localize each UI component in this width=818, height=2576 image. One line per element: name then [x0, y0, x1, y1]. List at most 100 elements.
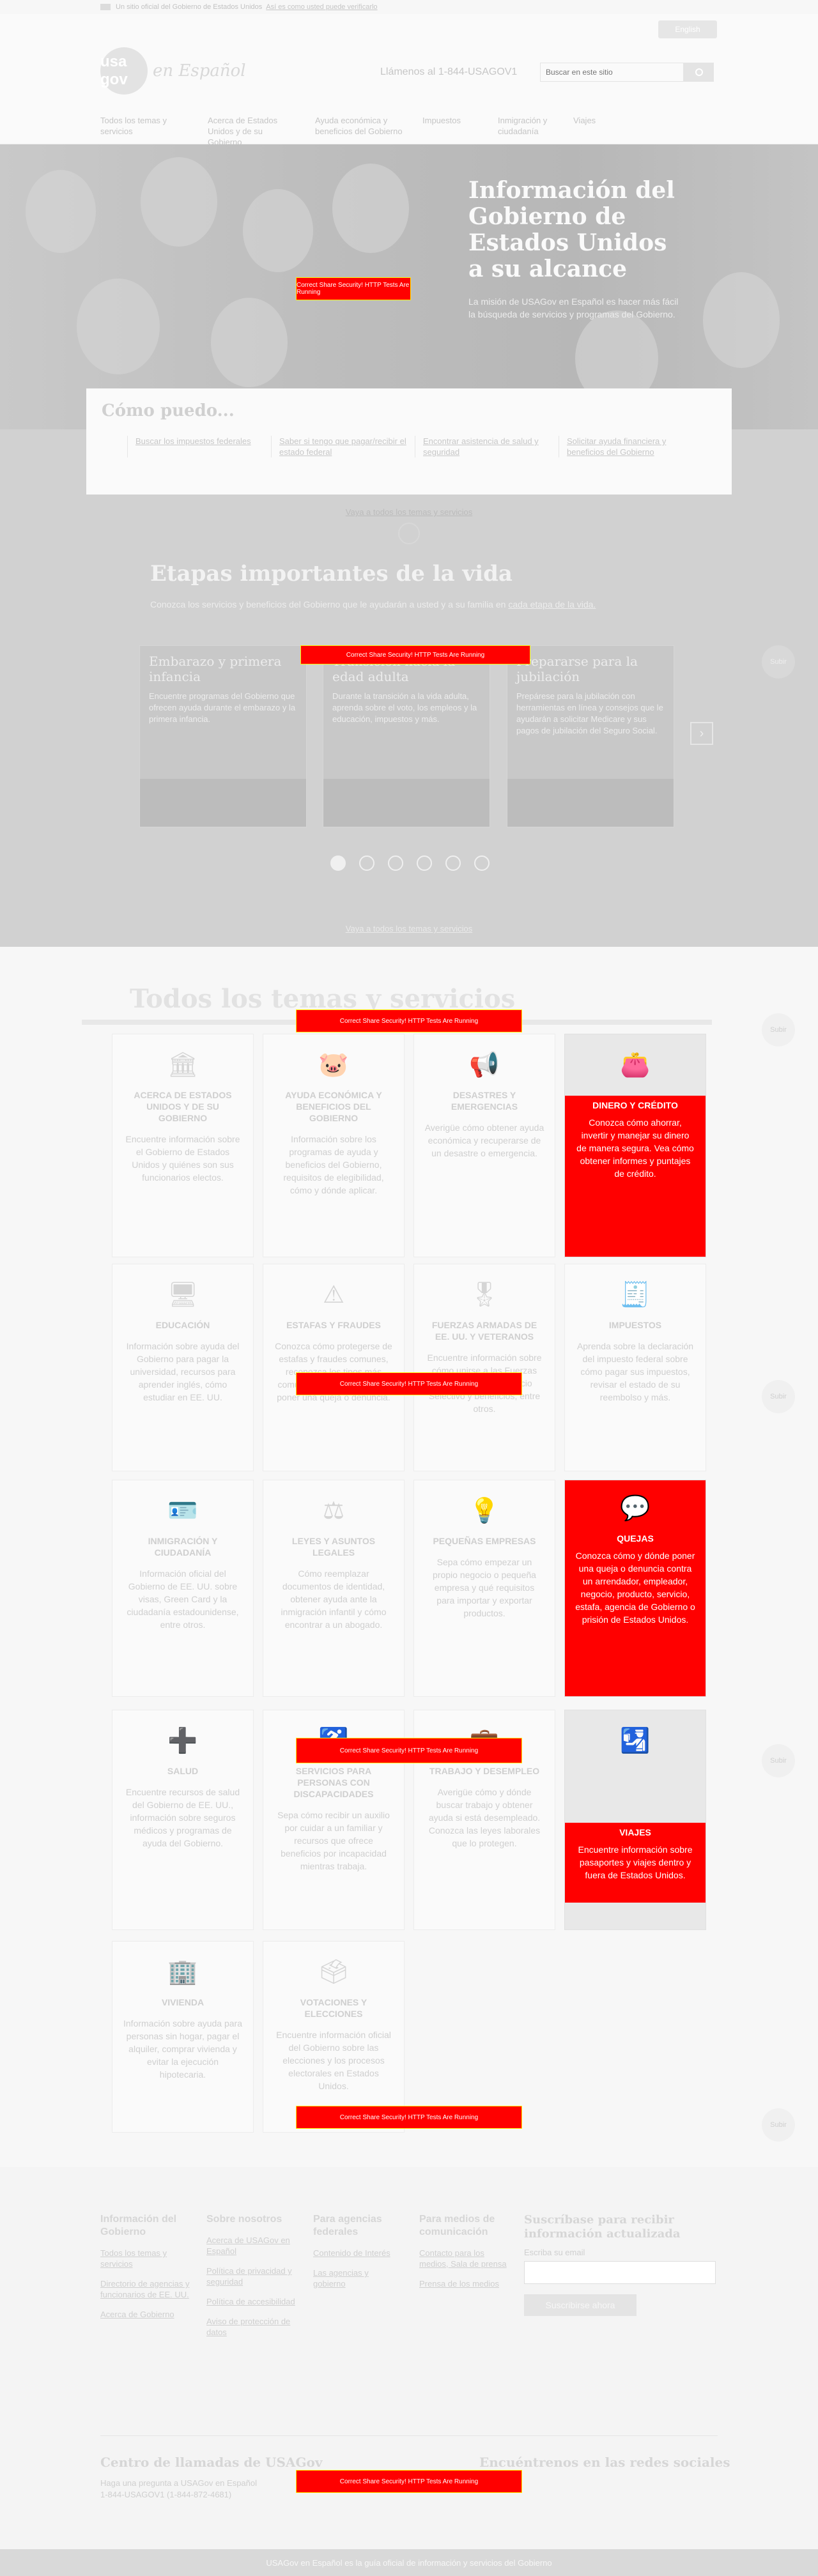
- test-notice: Correct Share Security! HTTP Tests Are R…: [296, 1738, 522, 1763]
- topic-tile[interactable]: ⚖ Leyes y asuntos legales Cómo reemplaza…: [263, 1480, 405, 1697]
- topic-title: Ayuda económica y beneficios del Gobiern…: [285, 1090, 382, 1123]
- passport-icon: 🛂: [620, 1728, 651, 1754]
- carousel-dot[interactable]: [445, 855, 461, 871]
- topic-title: Impuestos: [608, 1320, 662, 1330]
- search-form: [540, 63, 714, 82]
- carousel-dot[interactable]: [330, 855, 346, 871]
- back-to-top-button[interactable]: Subir: [762, 1380, 795, 1413]
- topic-desc: Información sobre los programas de ayuda…: [283, 1134, 384, 1195]
- subscribe-button[interactable]: Suscribirse ahora: [524, 2294, 637, 2316]
- topic-title: Leyes y asuntos legales: [291, 1536, 376, 1558]
- topic-tile[interactable]: 📢 Desastres y emergencias Averigüe cómo …: [413, 1034, 555, 1257]
- life-stages-title: Etapas importantes de la vida: [150, 561, 513, 586]
- search-input[interactable]: [540, 63, 684, 82]
- topic-tile[interactable]: 🧾 Impuestos Aprenda sobre la declaración…: [564, 1264, 706, 1471]
- back-to-top-button[interactable]: Subir: [762, 1744, 795, 1777]
- life-stage-card[interactable]: Embarazo y primera infancia Encuentre pr…: [139, 645, 307, 827]
- footer-link[interactable]: Directorio de agencias y funcionarios de…: [100, 2278, 190, 2300]
- life-stage-card[interactable]: Transición hacia la edad adulta Durante …: [323, 645, 490, 827]
- topic-title: Salud: [167, 1766, 199, 1776]
- language-toggle-button[interactable]: English: [658, 20, 717, 38]
- search-button[interactable]: [684, 63, 714, 82]
- footer-link[interactable]: Aviso de protección de datos: [206, 2316, 296, 2338]
- footer-link[interactable]: Las agencias y gobierno: [313, 2267, 403, 2289]
- call-center-title: Centro de llamadas de USAGov: [100, 2455, 323, 2470]
- topic-desc: Encuentre información sobre pasaportes y…: [578, 1844, 693, 1880]
- topic-tile[interactable]: 🖥 Educación Información sobre ayuda del …: [112, 1264, 254, 1471]
- carousel-dot[interactable]: [388, 855, 403, 871]
- scales-icon: ⚖: [322, 1498, 345, 1524]
- topic-tile[interactable]: 🛂 Viajes Encuentre información sobre pas…: [564, 1710, 706, 1930]
- topic-tile[interactable]: 🎖 Fuerzas Armadas de EE. UU. y veteranos…: [413, 1264, 555, 1471]
- chevron-down-icon[interactable]: [398, 523, 420, 544]
- topic-tile[interactable]: 💬 Quejas Conozca cómo y dónde poner una …: [564, 1480, 706, 1697]
- carousel-dot[interactable]: [359, 855, 374, 871]
- topic-tile[interactable]: 🏛 Acerca de Estados Unidos y de su Gobie…: [112, 1034, 254, 1257]
- house-icon: 🏢: [167, 1959, 198, 1986]
- site-logo[interactable]: usa gov en Español: [100, 47, 246, 95]
- how-can-i-link[interactable]: Solicitar ayuda financiera y beneficios …: [559, 436, 702, 457]
- nav-item-benefits[interactable]: Ayuda económica y beneficios del Gobiern…: [315, 115, 405, 148]
- how-can-i-links: Buscar los impuestos federales Saber si …: [127, 436, 716, 457]
- topic-tile[interactable]: 👛 Dinero y crédito Conozca cómo ahorrar,…: [564, 1034, 706, 1257]
- topic-desc: Información sobre ayuda del Gobierno par…: [126, 1341, 240, 1402]
- life-stages-link[interactable]: cada etapa de la vida.: [508, 599, 596, 610]
- how-can-i-link[interactable]: Saber si tengo que pagar/recibir el esta…: [271, 436, 415, 457]
- topic-tile[interactable]: 🪪 Inmigración y ciudadanía Información o…: [112, 1480, 254, 1697]
- nav-item-topics[interactable]: Todos los temas y servicios: [100, 115, 190, 148]
- main-nav: Todos los temas y servicios Acerca de Es…: [100, 115, 649, 148]
- hero-photo-shape: [703, 272, 780, 368]
- footer-link[interactable]: Contenido de Interés: [313, 2248, 403, 2258]
- topic-title: Pequeñas empresas: [433, 1536, 536, 1546]
- footer-link[interactable]: Acerca de Gobierno: [100, 2309, 190, 2320]
- hero-title: Información del Gobierno de Estados Unid…: [468, 177, 675, 282]
- email-field[interactable]: [524, 2261, 716, 2284]
- subscribe-title: Suscríbase para recibir información actu…: [524, 2213, 681, 2241]
- footer-column: Sobre nosotros Acerca de USAGov en Españ…: [206, 2213, 296, 2338]
- topic-title: Servicios para personas con discapacidad…: [293, 1766, 374, 1799]
- megaphone-icon: 📢: [469, 1052, 500, 1078]
- hero-subtitle: La misión de USAGov en Español es hacer …: [468, 296, 679, 319]
- email-label: Escriba su email: [524, 2248, 585, 2257]
- nav-item-travel[interactable]: Viajes: [573, 115, 631, 148]
- life-stages-subtitle: Conozca los servicios y beneficios del G…: [150, 599, 596, 610]
- back-to-top-button[interactable]: Subir: [762, 1013, 795, 1046]
- hero-photo-shape: [211, 298, 288, 387]
- carousel-next-button[interactable]: ›: [690, 722, 713, 745]
- footer-link[interactable]: Acerca de USAGov en Español: [206, 2235, 296, 2257]
- nav-item-taxes[interactable]: Impuestos: [422, 115, 480, 148]
- topic-tile[interactable]: 🗳 Votaciones y elecciones Encuentre info…: [263, 1941, 405, 2133]
- how-can-i-link[interactable]: Encontrar asistencia de salud y segurida…: [415, 436, 559, 457]
- footer-link[interactable]: Política de accesibilidad: [206, 2296, 296, 2307]
- topic-tile[interactable]: 🐷 Ayuda económica y beneficios del Gobie…: [263, 1034, 405, 1257]
- nav-item-immigration[interactable]: Inmigración y ciudadanía: [498, 115, 555, 148]
- carousel-dot[interactable]: [474, 855, 490, 871]
- nav-item-about-us[interactable]: Acerca de Estados Unidos y de su Gobiern…: [208, 115, 297, 148]
- all-topics-link[interactable]: Vaya a todos los temas y servicios: [0, 507, 818, 517]
- site-header: English usa gov en Español Llámenos al 1…: [0, 14, 818, 147]
- test-notice-text: Correct Share Security! HTTP Tests Are R…: [339, 2113, 479, 2121]
- topic-tile[interactable]: 💡 Pequeñas empresas Sepa cómo empezar un…: [413, 1480, 555, 1697]
- gov-banner: Un sitio oficial del Gobierno de Estados…: [0, 0, 818, 14]
- hero-photo-shape: [141, 157, 217, 247]
- topic-tile[interactable]: ➕ Salud Encuentre recursos de salud del …: [112, 1710, 254, 1930]
- test-notice: Correct Share Security! HTTP Tests Are R…: [296, 1372, 522, 1395]
- topic-desc: Cómo reemplazar documentos de identidad,…: [281, 1568, 387, 1630]
- topic-title: Fuerzas Armadas de EE. UU. y veteranos: [431, 1320, 537, 1342]
- footer-link[interactable]: Prensa de los medios: [419, 2278, 509, 2289]
- topic-tile[interactable]: 🏢 Vivienda Información sobre ayuda para …: [112, 1941, 254, 2133]
- back-to-top-button[interactable]: Subir: [762, 645, 795, 678]
- carousel-dot[interactable]: [417, 855, 432, 871]
- back-to-top-button[interactable]: Subir: [762, 2108, 795, 2142]
- topic-title: Trabajo y desempleo: [429, 1766, 540, 1776]
- gov-banner-link[interactable]: Así es como usted puede verificarlo: [266, 3, 377, 11]
- footer-link[interactable]: Todos los temas y servicios: [100, 2248, 190, 2269]
- topic-tile[interactable]: ⚠ Estafas y fraudes Conozca cómo protege…: [263, 1264, 405, 1471]
- footer-link[interactable]: Contacto para los medios, Sala de prensa: [419, 2248, 509, 2269]
- how-can-i-link[interactable]: Buscar los impuestos federales: [127, 436, 271, 457]
- topic-title: Dinero y crédito: [592, 1100, 678, 1110]
- all-topics-link[interactable]: Vaya a todos los temas y servicios: [0, 924, 818, 933]
- life-stage-card[interactable]: Prepararse para la jubilación Prepárese …: [507, 645, 674, 827]
- footer-link[interactable]: Política de privacidad y seguridad: [206, 2266, 296, 2287]
- medal-icon: 🎖: [468, 1282, 500, 1308]
